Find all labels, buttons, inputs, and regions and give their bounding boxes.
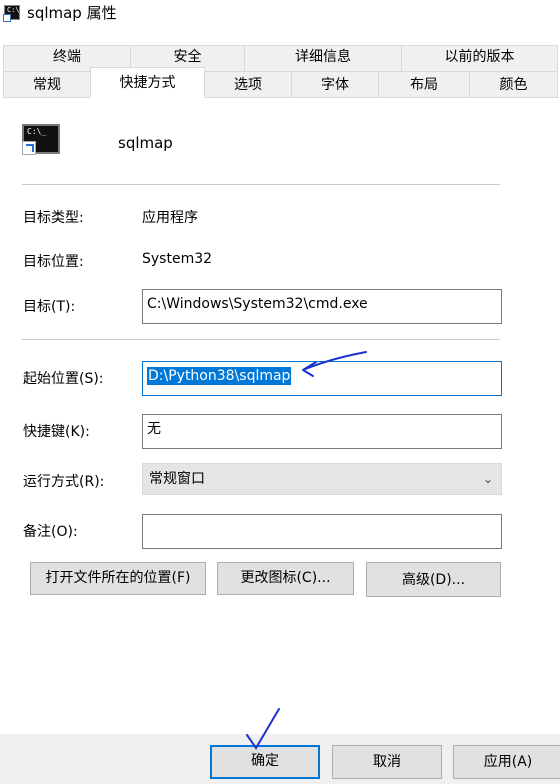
ok-button[interactable]: 确定 [210, 745, 320, 779]
divider [22, 339, 500, 340]
tab-options[interactable]: 选项 [204, 71, 292, 98]
tab-general[interactable]: 常规 [3, 71, 91, 98]
run-selected-value: 常规窗口 [149, 471, 205, 487]
comment-input[interactable] [142, 514, 502, 549]
tab-panel-border [3, 97, 557, 98]
tab-font[interactable]: 字体 [291, 71, 379, 98]
tab-shortcut[interactable]: 快捷方式 [90, 67, 205, 98]
start-in-label: 起始位置(S): [23, 371, 104, 387]
start-in-selected-text: D:\Python38\sqlmap [147, 367, 292, 385]
cmd-icon: C:\ [3, 5, 20, 22]
target-label: 目标(T): [23, 299, 76, 315]
target-location-label: 目标位置: [23, 254, 84, 270]
apply-button[interactable]: 应用(A) [453, 745, 560, 779]
shortcut-name: sqlmap [118, 134, 173, 152]
divider [22, 184, 500, 185]
run-label: 运行方式(R): [23, 474, 105, 490]
tab-details[interactable]: 详细信息 [244, 45, 402, 72]
cancel-button[interactable]: 取消 [332, 745, 442, 779]
target-type-value: 应用程序 [142, 210, 198, 226]
change-icon-button[interactable]: 更改图标(C)... [217, 562, 354, 595]
start-in-input[interactable]: D:\Python38\sqlmap [142, 361, 502, 396]
chevron-down-icon: ⌄ [482, 472, 493, 486]
comment-label: 备注(O): [23, 524, 78, 540]
tab-previous-versions[interactable]: 以前的版本 [401, 45, 558, 72]
hotkey-label: 快捷键(K): [23, 424, 90, 440]
window-title: sqlmap 属性 [27, 4, 117, 22]
tab-layout[interactable]: 布局 [378, 71, 470, 98]
shortcut-cmd-icon: C:\_ [22, 124, 60, 155]
target-input[interactable]: C:\Windows\System32\cmd.exe [142, 289, 502, 324]
hotkey-input[interactable]: 无 [142, 414, 502, 449]
open-file-location-button[interactable]: 打开文件所在的位置(F) [30, 562, 206, 595]
advanced-button[interactable]: 高级(D)... [366, 562, 501, 597]
properties-window: C:\ sqlmap 属性 终端 安全 详细信息 以前的版本 常规 快捷方式 选… [0, 0, 560, 784]
tab-colors[interactable]: 颜色 [469, 71, 558, 98]
shortcut-arrow-icon [22, 141, 36, 155]
target-type-label: 目标类型: [23, 210, 84, 226]
run-select[interactable]: 常规窗口 ⌄ [142, 463, 502, 495]
title-bar: C:\ sqlmap 属性 [0, 0, 560, 30]
target-location-value: System32 [142, 251, 213, 267]
